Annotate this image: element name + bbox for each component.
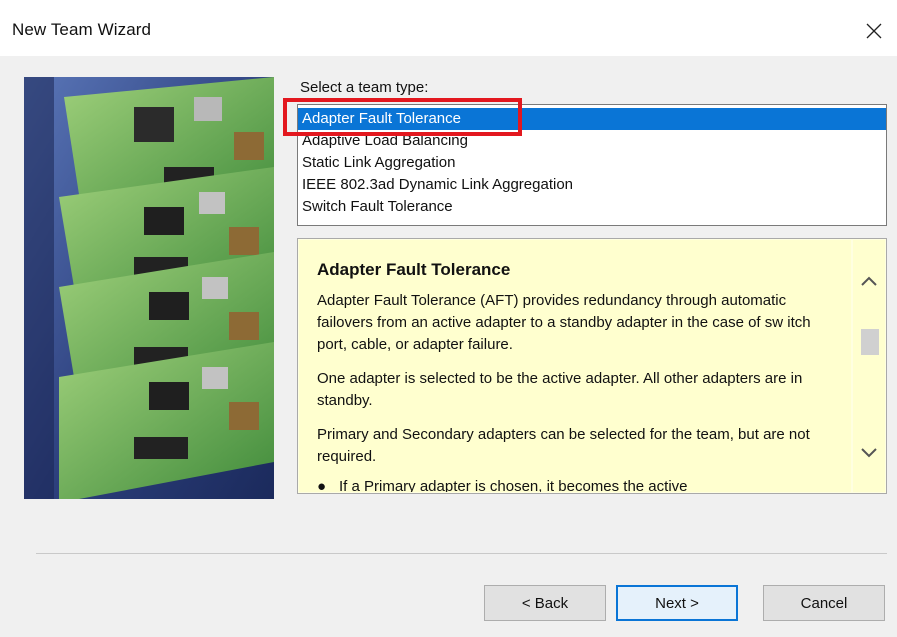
team-type-option-alb[interactable]: Adaptive Load Balancing (298, 130, 886, 152)
close-icon (866, 23, 882, 39)
team-type-listbox[interactable]: Adapter Fault Tolerance Adaptive Load Ba… (297, 104, 887, 226)
window-title: New Team Wizard (12, 20, 152, 39)
description-paragraph-1: Adapter Fault Tolerance (AFT) provides r… (317, 292, 811, 353)
back-button[interactable]: < Back (484, 585, 606, 621)
team-type-option-sla[interactable]: Static Link Aggregation (298, 152, 886, 174)
description-paragraph-3: Primary and Secondary adapters can be se… (317, 426, 810, 465)
description-bullet: ● If a Primary adapter is chosen, it beco… (317, 476, 837, 492)
description-content: Adapter Fault Tolerance Adapter Fault To… (299, 240, 851, 492)
bullet-icon: ● (317, 478, 327, 492)
scroll-up-button[interactable] (853, 265, 885, 297)
description-scrollbar[interactable] (853, 240, 885, 492)
wizard-banner-image (24, 77, 274, 499)
cancel-button[interactable]: Cancel (763, 585, 885, 621)
description-title: Adapter Fault Tolerance (317, 260, 511, 279)
team-type-option-dla[interactable]: IEEE 802.3ad Dynamic Link Aggregation (298, 174, 886, 196)
title-bar: New Team Wizard (0, 0, 897, 56)
description-bullet-text: If a Primary adapter is chosen, it becom… (339, 478, 688, 492)
chevron-down-icon (861, 448, 877, 458)
next-button[interactable]: Next > (616, 585, 738, 621)
chevron-up-icon (861, 276, 877, 286)
description-panel: Adapter Fault Tolerance Adapter Fault To… (297, 238, 887, 494)
scroll-thumb[interactable] (861, 329, 879, 355)
team-type-label: Select a team type: (300, 79, 429, 96)
team-type-option-aft[interactable]: Adapter Fault Tolerance (298, 108, 886, 130)
footer-divider (36, 553, 887, 554)
scroll-down-button[interactable] (853, 437, 885, 469)
description-paragraph-2: One adapter is selected to be the active… (317, 370, 803, 409)
team-type-option-sft[interactable]: Switch Fault Tolerance (298, 196, 886, 218)
close-button[interactable] (851, 8, 897, 54)
